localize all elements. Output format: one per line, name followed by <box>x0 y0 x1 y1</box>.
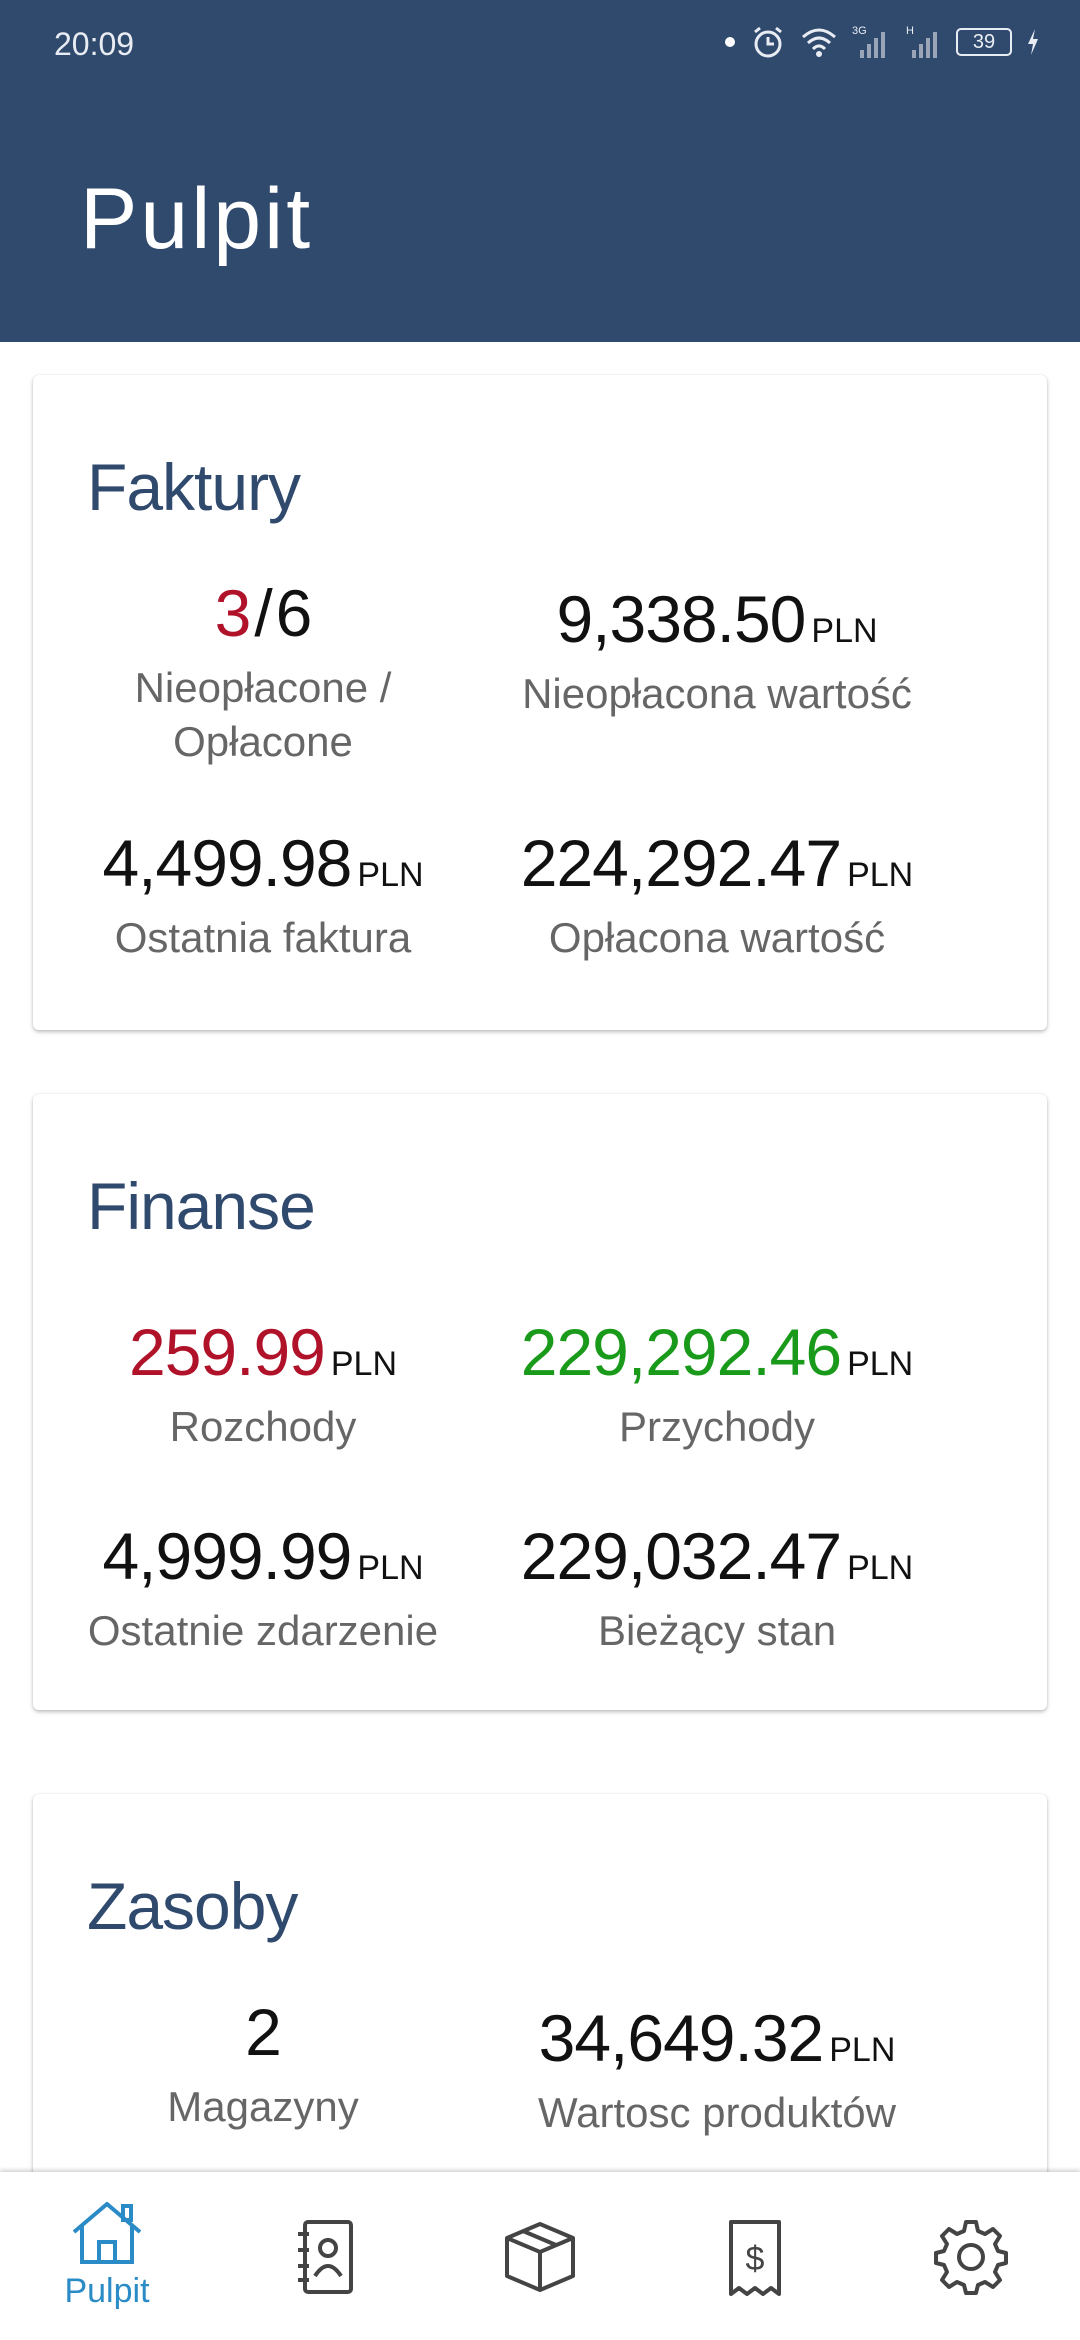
nav-item-contacts[interactable] <box>270 2218 380 2338</box>
income-label: Przychody <box>618 1403 816 1450</box>
svg-text:3G: 3G <box>852 25 867 37</box>
currency-label: PLN <box>847 1345 914 1383</box>
last-invoice-value: 4,499.98 <box>102 826 352 900</box>
finance-title: Finanse <box>87 1169 316 1243</box>
home-icon <box>72 2202 142 2264</box>
battery-icon: 39 <box>956 28 1012 56</box>
nav-item-dashboard[interactable]: Pulpit <box>52 2198 162 2318</box>
balance-stat: 229,032.47 PLN Bieżący stan <box>487 1518 947 1658</box>
battery-level: 39 <box>972 31 996 53</box>
unpaid-value-label: Nieopłacona wartość <box>522 670 912 717</box>
nav-label-dashboard: Pulpit <box>64 2272 150 2310</box>
receipt-icon: $ <box>729 2220 781 2296</box>
svg-text:$: $ <box>746 2240 765 2278</box>
warehouses-stat: 2 Magazyny <box>33 1994 493 2134</box>
finance-card[interactable]: Finanse 259.99 PLN Rozchody 229,292.46 PLN… <box>33 1094 1047 1710</box>
income-value: 229,292.46 <box>520 1315 842 1389</box>
alarm-icon <box>754 26 782 58</box>
signal-3g-icon: 3G <box>852 25 885 58</box>
balance-label: Bieżący stan <box>597 1607 837 1654</box>
nav-item-invoices[interactable]: $ <box>700 2218 810 2338</box>
unpaid-count: 3 <box>214 576 252 650</box>
last-event-value: 4,999.99 <box>102 1519 352 1593</box>
resources-card[interactable]: Zasoby 2 Magazyny 34,649.32 PLN Wartosc p… <box>33 1794 1047 2172</box>
invoice-count-label: Nieopłacone / Opłacone <box>134 664 392 765</box>
currency-label: PLN <box>811 612 878 650</box>
warehouses-value: 2 <box>245 1995 282 2069</box>
resources-title: Zasoby <box>87 1869 298 1943</box>
total-count: 6 <box>275 576 313 650</box>
currency-label: PLN <box>847 856 914 894</box>
unpaid-value-stat: 9,338.50 PLN Nieopłacona wartość <box>487 581 947 721</box>
status-time: 20:09 <box>54 26 135 62</box>
last-invoice-label: Ostatnia faktura <box>114 914 412 961</box>
paid-value-stat: 224,292.47 PLN Opłacona wartość <box>487 825 947 965</box>
warehouses-label: Magazyny <box>167 2083 359 2130</box>
svg-text:H: H <box>906 25 914 37</box>
currency-label: PLN <box>330 1345 397 1383</box>
wifi-icon <box>802 28 836 57</box>
products-value: 34,649.32 <box>538 2001 825 2075</box>
box-icon <box>505 2222 575 2292</box>
currency-label: PLN <box>357 856 424 894</box>
unpaid-value: 9,338.50 <box>556 582 806 656</box>
signal-h-icon: H <box>906 25 937 58</box>
currency-label: PLN <box>357 1549 424 1587</box>
last-event-stat: 4,999.99 PLN Ostatnie zdarzenie <box>33 1518 493 1658</box>
expenses-value: 259.99 <box>128 1315 326 1389</box>
notification-dot-icon <box>725 37 735 47</box>
expenses-label: Rozchody <box>169 1403 357 1450</box>
gear-icon <box>934 2220 1008 2295</box>
balance-value: 229,032.47 <box>520 1519 842 1593</box>
app-header: 20:09 3G H 39 Pulpit <box>0 0 1080 342</box>
paid-value: 224,292.47 <box>520 826 842 900</box>
paid-value-label: Opłacona wartość <box>548 914 886 961</box>
count-separator: / <box>254 576 272 650</box>
last-invoice-stat: 4,499.98 PLN Ostatnia faktura <box>33 825 493 965</box>
page-title: Pulpit <box>80 171 314 267</box>
contacts-icon <box>298 2220 353 2294</box>
products-value-stat: 34,649.32 PLN Wartosc produktów <box>487 2000 947 2140</box>
invoices-title: Faktury <box>87 450 301 524</box>
bottom-navigation: Pulpit $ <box>0 2172 1080 2340</box>
charging-icon <box>1028 29 1038 55</box>
nav-item-products[interactable] <box>485 2218 595 2338</box>
products-value-label: Wartosc produktów <box>538 2089 896 2136</box>
invoice-count-stat: 3/6 Nieopłacone / Opłacone <box>33 575 493 769</box>
invoices-card[interactable]: Faktury 3/6 Nieopłacone / Opłacone 9,338… <box>33 375 1047 1030</box>
status-icons: 3G H 39 <box>724 24 1040 60</box>
currency-label: PLN <box>847 1549 914 1587</box>
expenses-stat: 259.99 PLN Rozchody <box>33 1314 493 1454</box>
currency-label: PLN <box>829 2031 896 2069</box>
dashboard-content[interactable]: Faktury 3/6 Nieopłacone / Opłacone 9,338… <box>0 342 1080 2172</box>
last-event-label: Ostatnie zdarzenie <box>87 1607 439 1654</box>
nav-item-settings[interactable] <box>916 2218 1026 2338</box>
income-stat: 229,292.46 PLN Przychody <box>487 1314 947 1454</box>
